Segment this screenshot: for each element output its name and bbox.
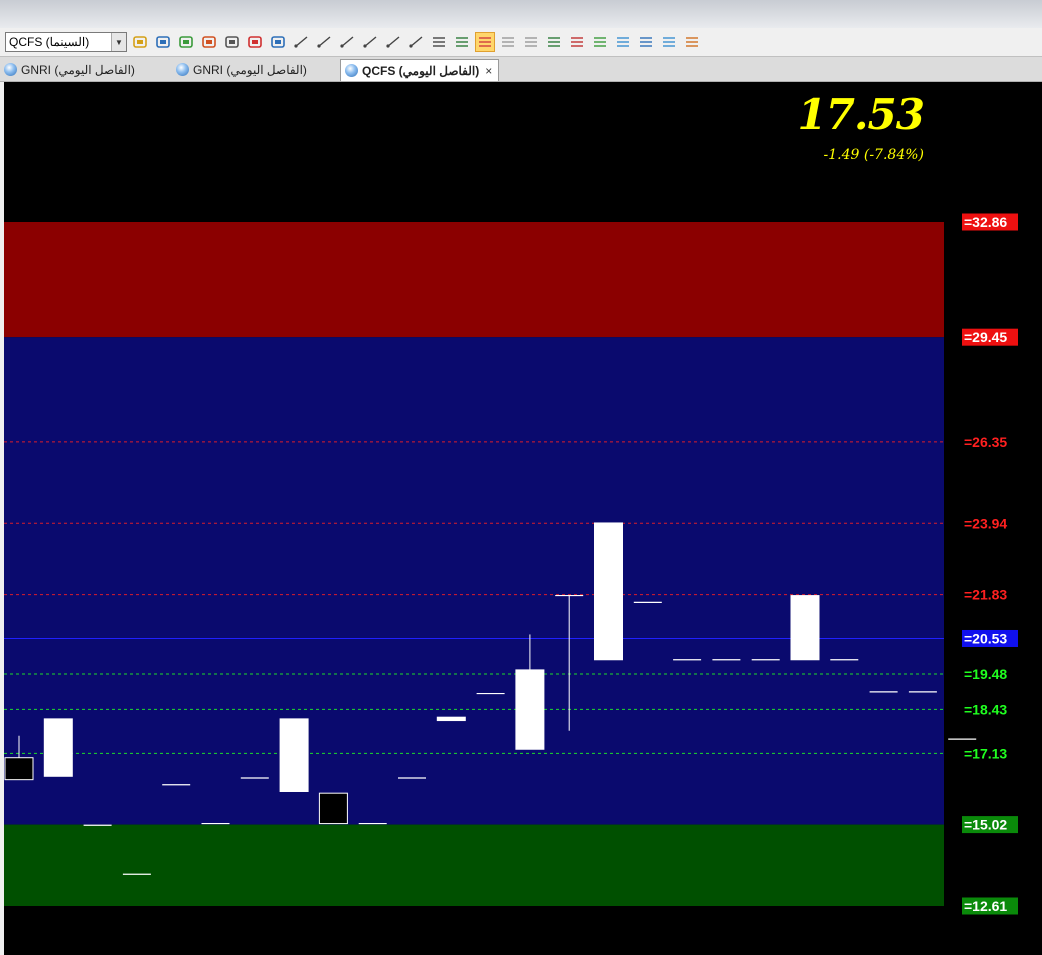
candle-body (43, 718, 73, 777)
chart-tab-icon (4, 63, 17, 76)
candle-body (436, 716, 466, 722)
draw-line-icon[interactable] (291, 32, 311, 52)
level-label: =32.86 (964, 214, 1007, 230)
fibonacci-icon[interactable] (475, 32, 495, 52)
level-label: =26.35 (964, 434, 1007, 450)
candle-body (790, 595, 820, 661)
candle-body (515, 669, 545, 750)
tab-label: QCFS (الفاصل اليومي) (362, 63, 480, 78)
wand-icon[interactable] (130, 32, 150, 52)
trend-line-icon[interactable] (360, 32, 380, 52)
vertical-bars-icon[interactable] (567, 32, 587, 52)
tab-bar: GNRI (الفاصل اليومي) GNRI (الفاصل اليومي… (0, 57, 1042, 82)
levels-icon[interactable] (452, 32, 472, 52)
candle-body (594, 522, 623, 661)
level-label: =23.94 (964, 515, 1007, 531)
level-label: =18.43 (964, 701, 1007, 717)
network-icon[interactable] (222, 32, 242, 52)
vertical-line-icon[interactable] (337, 32, 357, 52)
chart-tab-icon (176, 63, 189, 76)
chart-tab-icon (345, 64, 358, 77)
symbol-select[interactable]: QCFS (السينما) ▼ (5, 32, 127, 52)
zone-band (4, 337, 944, 825)
angle-icon[interactable] (590, 32, 610, 52)
add-window-icon[interactable] (176, 32, 196, 52)
stop-icon[interactable] (245, 32, 265, 52)
tab-gnri-2[interactable]: GNRI (الفاصل اليومي) (172, 59, 307, 80)
candle-body (4, 757, 34, 781)
arc-icon[interactable] (613, 32, 633, 52)
grid-icon[interactable] (636, 32, 656, 52)
price-change: -1.49 (-7.84%) (823, 147, 924, 163)
tab-gnri-1[interactable]: GNRI (الفاصل اليومي) (0, 59, 135, 80)
tab-qcfs[interactable]: QCFS (الفاصل اليومي) × (340, 59, 500, 81)
level-label: =29.45 (964, 329, 1007, 345)
window-title-bar (0, 0, 1042, 29)
chevron-down-icon[interactable]: ▼ (111, 33, 126, 51)
level-label: =20.53 (964, 630, 1007, 646)
level-label: =21.83 (964, 587, 1007, 603)
level-label: =12.61 (964, 898, 1007, 914)
zone-band (4, 222, 944, 338)
flag-icon[interactable] (682, 32, 702, 52)
symbol-select-value: QCFS (السينما) (9, 35, 90, 49)
left-border (0, 82, 4, 955)
candle-body (318, 792, 348, 825)
level-label: =19.48 (964, 666, 1007, 682)
zone-band (4, 824, 944, 906)
channel-icon[interactable] (383, 32, 403, 52)
bars-icon[interactable] (429, 32, 449, 52)
refresh-icon[interactable] (153, 32, 173, 52)
toolbar: QCFS (السينما) ▼ (0, 28, 1042, 57)
tab-label: GNRI (الفاصل اليومي) (21, 62, 135, 77)
horizontal-bars-icon[interactable] (544, 32, 564, 52)
fan-icon[interactable] (659, 32, 679, 52)
tab-label: GNRI (الفاصل اليومي) (193, 62, 307, 77)
parallel-lines-icon[interactable] (406, 32, 426, 52)
last-price: 17.53 (797, 90, 925, 139)
toolbar-icons (127, 32, 702, 52)
price-chart[interactable]: =32.86 =29.45 =26.35 =23.94 =21.83 =20.53 =19.… (0, 82, 1042, 955)
level-label: =17.13 (964, 745, 1007, 761)
close-icon[interactable]: × (485, 64, 492, 78)
chart-type-icon[interactable] (268, 32, 288, 52)
copy-icon[interactable] (521, 32, 541, 52)
level-label: =15.02 (964, 817, 1007, 833)
rectangle-icon[interactable] (498, 32, 518, 52)
candle-body (279, 718, 309, 792)
horizontal-line-icon[interactable] (314, 32, 334, 52)
remove-window-icon[interactable] (199, 32, 219, 52)
